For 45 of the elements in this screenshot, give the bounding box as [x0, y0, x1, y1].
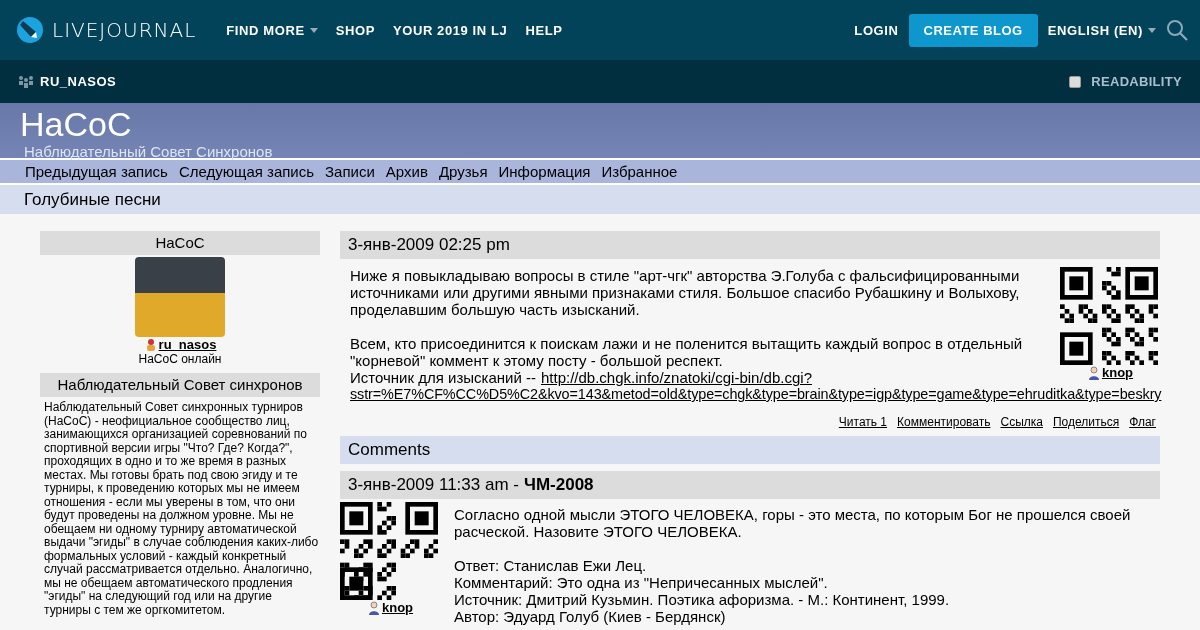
comment-date: 3-янв-2009 11:33 am - — [348, 474, 519, 496]
author-link[interactable]: knop — [381, 600, 414, 615]
comment-line: Комментарий: Это одна из "Непричесанных мыслей". — [454, 574, 829, 591]
sidebar-heading: Наблюдательный Совет синхронов — [40, 373, 320, 397]
nav-link[interactable]: FIND MORE — [226, 22, 318, 38]
entry-action-link[interactable]: Поделиться — [1052, 415, 1120, 429]
entry-action-link[interactable]: Флаг — [1129, 415, 1156, 429]
entry-action-link[interactable]: Читать 1 — [838, 415, 888, 429]
comment-line: Автор: Эдуард Голуб (Киев - Бердянск) — [454, 608, 727, 625]
blog-nav-link[interactable]: Информация — [498, 163, 591, 180]
entry-paragraph: Всем, кто присоединится к поискам лажи и не поленится вытащить каждый вопрос в отдельный "корневой" коммент к этому посту - большой респект. — [350, 335, 1024, 369]
author-link[interactable]: knop — [1101, 365, 1134, 380]
blog-nav-link[interactable]: Предыдущая запись — [25, 163, 168, 180]
comment-subject: ЧМ-2008 — [523, 474, 594, 496]
readability-label[interactable]: READABILITY — [1091, 74, 1182, 89]
username-link[interactable]: ru_nasos — [158, 337, 217, 352]
page-title: Голубиные песни — [0, 185, 1200, 214]
logo-text[interactable]: LIVEJOURNAL — [52, 18, 197, 42]
sidebar-heading: НаСоС — [40, 231, 320, 255]
blog-nav-link[interactable]: Следующая запись — [178, 163, 315, 180]
entry-date: 3-янв-2009 02:25 pm — [340, 231, 1160, 259]
comment-line: Источник: Дмитрий Кузьмин. Поэтика афоризма. - М.: Континент, 1999. — [454, 591, 951, 608]
source-label: Источник для изысканий -- — [350, 369, 536, 386]
nav-link[interactable]: HELP — [525, 22, 563, 38]
nav-link[interactable]: SHOP — [335, 22, 375, 38]
blog-subtitle: Наблюдательный Совет Синхронов — [24, 143, 274, 160]
entry-paragraph: Ниже я повыкладываю вопросы в стиле "арт-чгк" авторства Э.Голуба с фальсифицированными источниками или другими явными признаками стиля. Большое спасибо Рубашкину и Волыхову, проделавшим большую часть изысканий. — [350, 267, 1021, 318]
entry-action-link[interactable]: Ссылка — [1000, 415, 1043, 429]
login-link[interactable]: LOGIN — [854, 22, 899, 38]
blog-nav-link[interactable]: Архив — [385, 163, 428, 180]
blog-nav-link[interactable]: Записи — [325, 163, 375, 180]
nav-link[interactable]: YOUR 2019 IN LJ — [392, 22, 508, 38]
blog-nav-link[interactable]: Друзья — [438, 163, 488, 180]
entry-action-link[interactable]: Комментировать — [897, 415, 991, 429]
comment-line: Ответ: Станислав Ежи Лец. — [454, 557, 648, 574]
blog-nav-link[interactable]: Избранное — [601, 163, 678, 180]
journal-name[interactable]: RU_NASOS — [40, 74, 117, 89]
status-text: НаСоС онлайн — [137, 352, 223, 366]
source-link[interactable]: sstr=%E7%CF%CC%D5%C2&kvo=143&metod=old&type=chgk&type=brain&type=igp&type=game&type=ehruditka&type=beskry — [350, 386, 1162, 402]
blog-title: НаСоС — [20, 105, 133, 143]
language-selector[interactable]: ENGLISH (EN) — [1047, 22, 1156, 38]
about-text: Наблюдательный Совет синхронных турниров (НаСоС) - неофициальное сообщество лиц, занимающихся организацией соревнований по спортивной версии игры "Что? Где? Когда?", проходящих в одно и то же время в разных местах. Мы готовы брать под свою эгиду и те турниры, к проведению которых мы не имеем отношения - если мы уверены в том, что они будут проведены на должном уровне. Мы не обещаем ни одному турниру автоматической выдачи "эгиды" в случае соблюдения каких-либо формальных условий - каждый конкретный случай рассматривается отдельно. Аналогично, мы не обещаем автоматического продления "эгиды" на следующий год или на другие турниры с тем же оргкомитетом. — [44, 401, 320, 617]
source-link[interactable]: http://db.chgk.info/znatoki/cgi-bin/db.cgi? — [541, 369, 812, 386]
comments-heading: Comments — [340, 436, 1160, 464]
comment-paragraph: Согласно одной мысли ЭТОГО ЧЕЛОВЕКА, горы - это места, по которым Бог не прошелся своей расческой. Назовите ЭТОГО ЧЕЛОВЕКА. — [454, 506, 1132, 540]
